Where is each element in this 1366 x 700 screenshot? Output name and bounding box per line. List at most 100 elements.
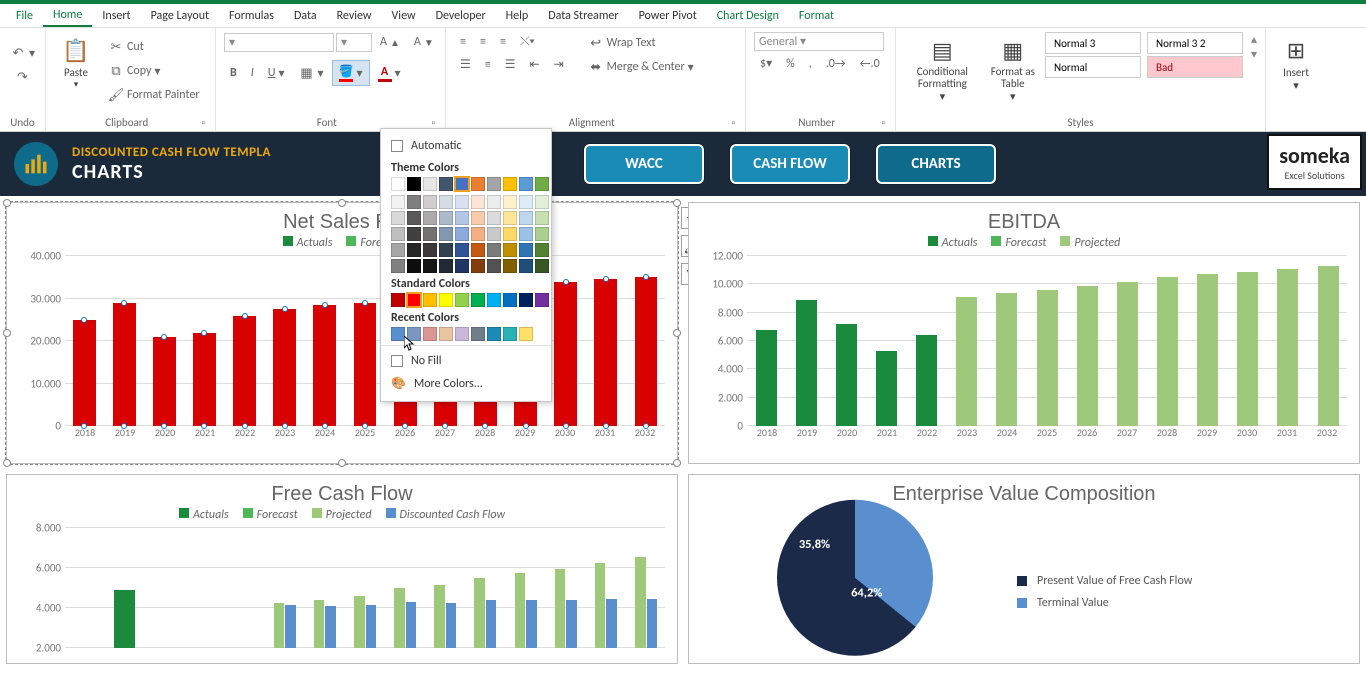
orientation-button[interactable]: ⤬▾	[514, 32, 541, 52]
no-fill-option[interactable]: No Fill	[381, 350, 551, 372]
color-swatch[interactable]	[535, 259, 549, 273]
color-swatch[interactable]	[503, 177, 517, 191]
menu-formulas[interactable]: Formulas	[219, 6, 284, 26]
chart-net-sales[interactable]: ＋ 🖌 ▽ Net Sales Re Actuals Forecast 010.…	[6, 202, 678, 464]
color-swatch[interactable]	[471, 293, 485, 307]
color-swatch[interactable]	[471, 195, 485, 209]
color-swatch[interactable]	[439, 211, 453, 225]
color-swatch[interactable]	[407, 195, 421, 209]
undo-button[interactable]: ↶▾	[4, 42, 41, 64]
color-swatch[interactable]	[391, 227, 405, 241]
color-swatch[interactable]	[471, 327, 485, 341]
color-swatch[interactable]	[439, 177, 453, 191]
color-swatch[interactable]	[391, 211, 405, 225]
chart-title[interactable]: EBITDA	[697, 211, 1351, 234]
style-normal3[interactable]: Normal 3	[1045, 32, 1141, 54]
plot-area[interactable]: 010.00020.00030.00040.000	[65, 256, 665, 426]
color-swatch[interactable]	[503, 211, 517, 225]
color-swatch[interactable]	[487, 177, 501, 191]
style-bad[interactable]: Bad	[1147, 56, 1243, 78]
menu-format[interactable]: Format	[789, 6, 844, 26]
color-swatch[interactable]	[439, 293, 453, 307]
color-swatch[interactable]	[407, 259, 421, 273]
decrease-font-button[interactable]: A▼	[408, 32, 440, 52]
copy-button[interactable]: ⧉Copy ▾	[102, 60, 206, 82]
color-swatch[interactable]	[407, 227, 421, 241]
menu-view[interactable]: View	[382, 6, 426, 26]
more-colors-option[interactable]: 🎨 More Colors...	[381, 372, 551, 395]
redo-button[interactable]: ↷	[9, 66, 37, 88]
bold-button[interactable]: B	[224, 63, 243, 83]
indent-decrease-button[interactable]: ⇤	[524, 54, 546, 75]
color-swatch[interactable]	[487, 293, 501, 307]
color-swatch[interactable]	[455, 177, 469, 191]
merge-center-button[interactable]: ⬌Merge & Center ▾	[582, 56, 700, 78]
color-swatch[interactable]	[535, 195, 549, 209]
color-swatch[interactable]	[391, 243, 405, 257]
chart-legend[interactable]: Actuals Forecast Projected	[697, 236, 1351, 250]
alignment-launcher-icon[interactable]: ▫	[729, 116, 737, 129]
conditional-formatting-button[interactable]: ▤ Conditional Formatting▾	[904, 32, 981, 105]
color-swatch[interactable]	[503, 243, 517, 257]
color-swatch[interactable]	[503, 195, 517, 209]
align-top-button[interactable]: ≡	[454, 32, 472, 52]
color-swatch[interactable]	[503, 293, 517, 307]
color-swatch[interactable]	[471, 243, 485, 257]
chart-legend[interactable]: Actuals Forecast Projected Discounted Ca…	[15, 508, 669, 522]
plot-area[interactable]: 02.0004.0006.0008.00010.00012.000	[747, 256, 1347, 426]
font-size-combo[interactable]: ▾	[336, 33, 372, 52]
color-swatch[interactable]	[519, 327, 533, 341]
color-swatch[interactable]	[423, 211, 437, 225]
chart-legend[interactable]: Actuals Forecast	[15, 236, 669, 250]
color-swatch[interactable]	[423, 243, 437, 257]
color-swatch[interactable]	[391, 327, 405, 341]
percent-format-button[interactable]: %	[780, 54, 801, 74]
color-swatch[interactable]	[423, 327, 437, 341]
chart-title[interactable]: Net Sales Re	[15, 211, 669, 234]
color-swatch[interactable]	[391, 177, 405, 191]
cut-button[interactable]: ✂Cut	[102, 36, 206, 58]
pie-legend[interactable]: Present Value of Free Cash Flow Terminal…	[1017, 566, 1192, 618]
increase-decimal-button[interactable]: .0→	[820, 54, 852, 74]
color-swatch[interactable]	[487, 195, 501, 209]
color-automatic[interactable]: Automatic	[381, 135, 551, 157]
color-swatch[interactable]	[407, 177, 421, 191]
nav-wacc-button[interactable]: WACC	[584, 144, 704, 184]
color-swatch[interactable]	[439, 327, 453, 341]
accounting-format-button[interactable]: $▾	[754, 53, 778, 74]
color-swatch[interactable]	[439, 243, 453, 257]
color-swatch[interactable]	[439, 227, 453, 241]
menu-help[interactable]: Help	[496, 6, 539, 26]
number-launcher-icon[interactable]: ▫	[879, 116, 887, 129]
color-swatch[interactable]	[455, 327, 469, 341]
color-swatch[interactable]	[455, 211, 469, 225]
color-swatch[interactable]	[535, 227, 549, 241]
style-normal[interactable]: Normal	[1045, 56, 1141, 78]
color-swatch[interactable]	[455, 259, 469, 273]
clipboard-launcher-icon[interactable]: ▫	[199, 116, 207, 129]
color-swatch[interactable]	[519, 177, 533, 191]
menu-home[interactable]: Home	[43, 5, 92, 27]
color-swatch[interactable]	[487, 227, 501, 241]
color-swatch[interactable]	[535, 211, 549, 225]
chart-ebitda[interactable]: EBITDA Actuals Forecast Projected 02.000…	[688, 202, 1360, 464]
paste-button[interactable]: 📋 Paste▾	[54, 32, 98, 92]
menu-insert[interactable]: Insert	[92, 6, 140, 26]
chart-evc[interactable]: Enterprise Value Composition 35,8% 64,2%…	[688, 474, 1360, 664]
color-swatch[interactable]	[519, 259, 533, 273]
color-swatch[interactable]	[487, 327, 501, 341]
increase-font-button[interactable]: A▲	[374, 32, 406, 52]
fill-color-button[interactable]: 🪣 ▾	[332, 60, 370, 86]
color-swatch[interactable]	[391, 259, 405, 273]
color-swatch[interactable]	[455, 293, 469, 307]
italic-button[interactable]: I	[245, 63, 260, 83]
menu-review[interactable]: Review	[327, 6, 382, 26]
color-swatch[interactable]	[391, 293, 405, 307]
menu-file[interactable]: File	[6, 6, 43, 26]
nav-charts-button[interactable]: CHARTS	[876, 144, 996, 184]
menu-data[interactable]: Data	[284, 6, 327, 26]
color-swatch[interactable]	[407, 243, 421, 257]
nav-cashflow-button[interactable]: CASH FLOW	[730, 144, 850, 184]
color-swatch[interactable]	[487, 259, 501, 273]
color-swatch[interactable]	[519, 211, 533, 225]
